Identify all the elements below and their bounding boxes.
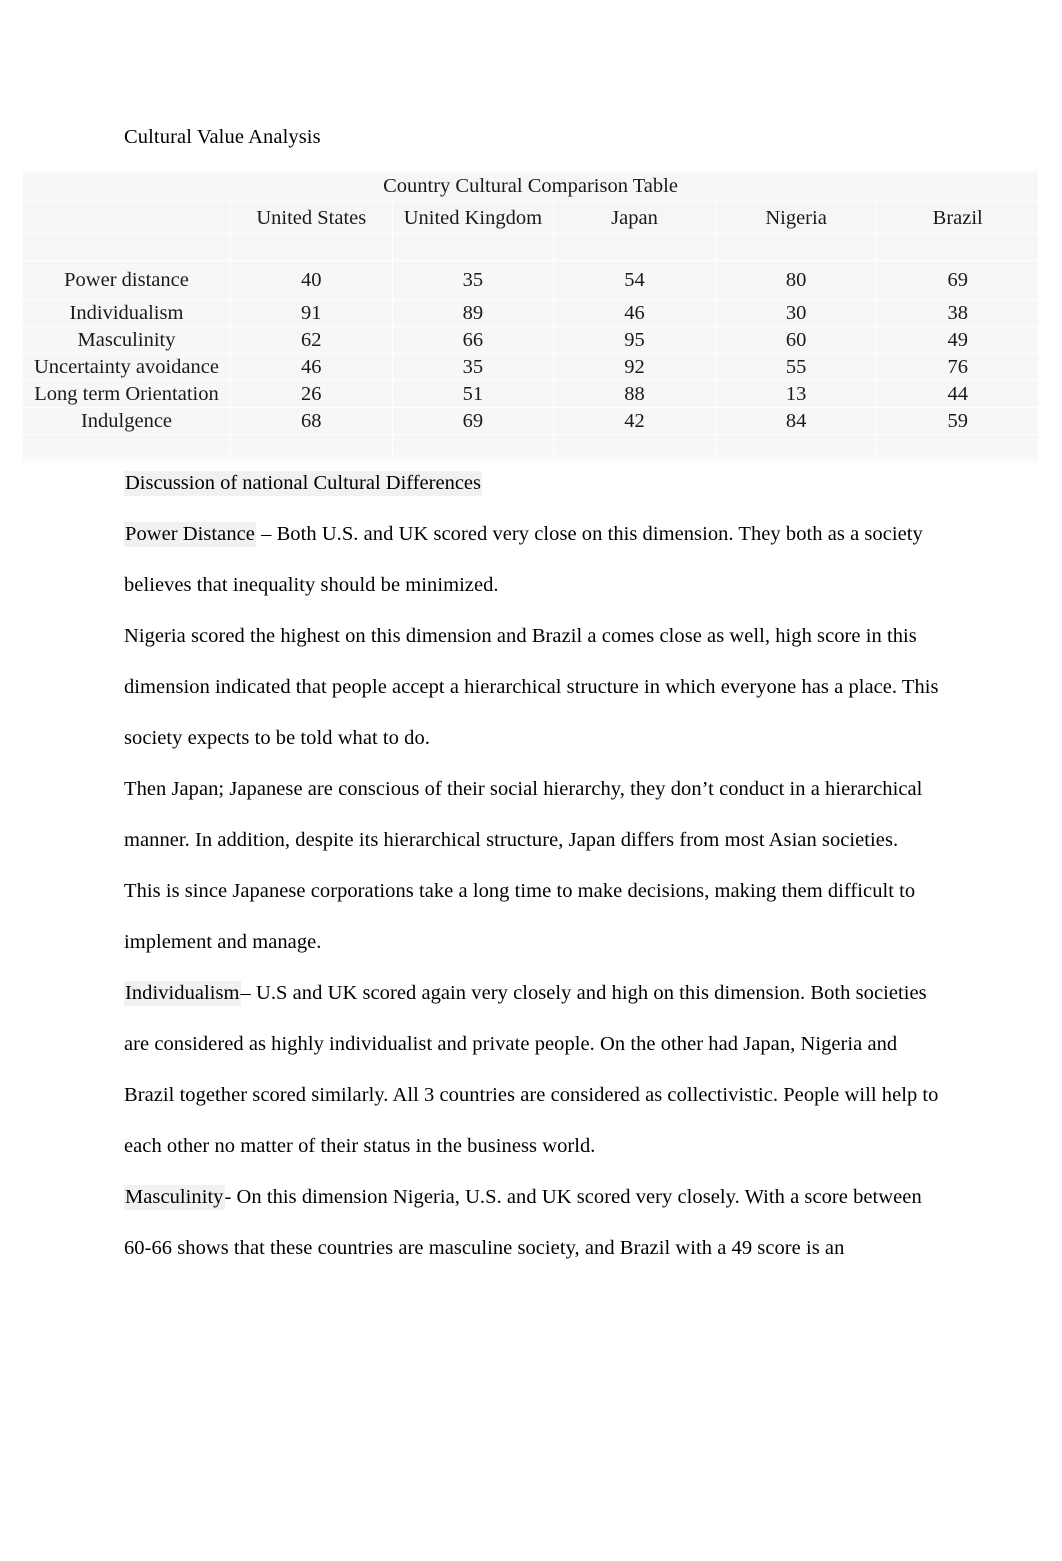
cell-value: 44 bbox=[876, 380, 1040, 408]
table-spacer-cell bbox=[876, 233, 1040, 261]
cell-value: 55 bbox=[714, 353, 878, 381]
row-label-indulgence: Indulgence bbox=[22, 407, 231, 435]
paragraph-text: This is since Japanese corporations take… bbox=[124, 880, 916, 953]
paragraph-lead-term: Power Distance bbox=[124, 522, 256, 547]
row-label-uncertainty-avoidance: Uncertainty avoidance bbox=[22, 353, 231, 381]
row-label-long-term-orientation: Long term Orientation bbox=[22, 380, 231, 408]
paragraph-text: Then Japan; Japanese are conscious of th… bbox=[124, 778, 923, 851]
cell-value: 95 bbox=[553, 326, 716, 354]
paragraph-lead-term: Masculinity bbox=[124, 1185, 225, 1210]
discussion-paragraph: Individualism– U.S and UK scored again v… bbox=[124, 968, 940, 1172]
discussion-paragraph: Nigeria scored the highest on this dimen… bbox=[124, 611, 940, 764]
paragraph-text: - On this dimension Nigeria, U.S. and UK… bbox=[124, 1186, 922, 1259]
cell-value: 68 bbox=[230, 407, 393, 435]
cell-value: 69 bbox=[391, 407, 555, 435]
cell-value: 66 bbox=[391, 326, 555, 354]
cell-value: 69 bbox=[876, 260, 1040, 300]
discussion-heading-text: Discussion of national Cultural Differen… bbox=[124, 471, 483, 496]
table-spacer-cell bbox=[714, 233, 878, 261]
discussion-paragraph: Masculinity- On this dimension Nigeria, … bbox=[124, 1172, 940, 1274]
cell-value: 54 bbox=[553, 260, 716, 300]
cell-value: 89 bbox=[391, 299, 555, 327]
table-caption-row: Country Cultural Comparison Table bbox=[21, 170, 1040, 202]
cell-value: 60 bbox=[714, 326, 878, 354]
column-header-japan: Japan bbox=[553, 201, 716, 234]
table-row: Long term Orientation 26 51 88 13 44 bbox=[22, 380, 1040, 408]
cell-value: 40 bbox=[230, 260, 393, 300]
cell-value: 51 bbox=[391, 380, 555, 408]
column-header-nigeria: Nigeria bbox=[714, 201, 878, 234]
paragraph-text: Nigeria scored the highest on this dimen… bbox=[124, 625, 939, 749]
cell-value: 59 bbox=[876, 407, 1040, 435]
cell-value: 88 bbox=[553, 380, 716, 408]
discussion-paragraph: This is since Japanese corporations take… bbox=[124, 866, 940, 968]
cell-value: 46 bbox=[230, 353, 393, 381]
column-header-brazil: Brazil bbox=[876, 201, 1040, 234]
cell-value: 76 bbox=[876, 353, 1040, 381]
table-row: Uncertainty avoidance 46 35 92 55 76 bbox=[22, 353, 1040, 381]
cell-value: 46 bbox=[553, 299, 716, 327]
table-row: Masculinity 62 66 95 60 49 bbox=[22, 326, 1040, 354]
discussion-paragraph: Power Distance – Both U.S. and UK scored… bbox=[124, 509, 940, 611]
cell-value: 80 bbox=[714, 260, 878, 300]
table-corner-cell bbox=[22, 201, 231, 234]
cell-value: 13 bbox=[714, 380, 878, 408]
row-label-power-distance: Power distance bbox=[22, 260, 231, 300]
table-caption: Country Cultural Comparison Table bbox=[21, 170, 1040, 202]
country-cultural-comparison-table: Country Cultural Comparison Table United … bbox=[21, 170, 1040, 462]
cell-value: 30 bbox=[714, 299, 878, 327]
table-spacer-cell bbox=[391, 233, 555, 261]
table-header-row: United States United Kingdom Japan Nigeria B… bbox=[22, 201, 1040, 234]
cell-value: 35 bbox=[391, 260, 555, 300]
table-spacer-row bbox=[22, 233, 1040, 261]
paragraph-text: – U.S and UK scored again very closely a… bbox=[124, 982, 939, 1157]
table-spacer-cell bbox=[22, 233, 231, 261]
discussion-paragraph: Then Japan; Japanese are conscious of th… bbox=[124, 764, 940, 866]
page-title: Cultural Value Analysis bbox=[124, 126, 321, 148]
cell-value: 26 bbox=[230, 380, 393, 408]
table-spacer-cell bbox=[553, 233, 716, 261]
cell-value: 49 bbox=[876, 326, 1040, 354]
document-page: Cultural Value Analysis Country Cultural… bbox=[0, 0, 1062, 1561]
table-spacer-cell bbox=[230, 233, 393, 261]
column-header-united-kingdom: United Kingdom bbox=[391, 201, 555, 234]
cell-value: 35 bbox=[391, 353, 555, 381]
column-header-united-states: United States bbox=[230, 201, 393, 234]
cell-value: 92 bbox=[553, 353, 716, 381]
cell-value: 84 bbox=[714, 407, 878, 435]
table-row: Individualism 91 89 46 30 38 bbox=[22, 299, 1040, 327]
table-row: Power distance 40 35 54 80 69 bbox=[22, 260, 1040, 300]
row-label-individualism: Individualism bbox=[22, 299, 231, 327]
cell-value: 91 bbox=[230, 299, 393, 327]
cell-value: 62 bbox=[230, 326, 393, 354]
discussion-heading: Discussion of national Cultural Differen… bbox=[124, 458, 940, 509]
cell-value: 38 bbox=[876, 299, 1040, 327]
discussion-section: Discussion of national Cultural Differen… bbox=[124, 458, 940, 1274]
row-label-masculinity: Masculinity bbox=[22, 326, 231, 354]
cultural-comparison-table-wrapper: Country Cultural Comparison Table United … bbox=[20, 168, 1040, 464]
cell-value: 42 bbox=[553, 407, 716, 435]
paragraph-lead-term: Individualism bbox=[124, 981, 241, 1006]
table-row: Indulgence 68 69 42 84 59 bbox=[22, 407, 1040, 435]
